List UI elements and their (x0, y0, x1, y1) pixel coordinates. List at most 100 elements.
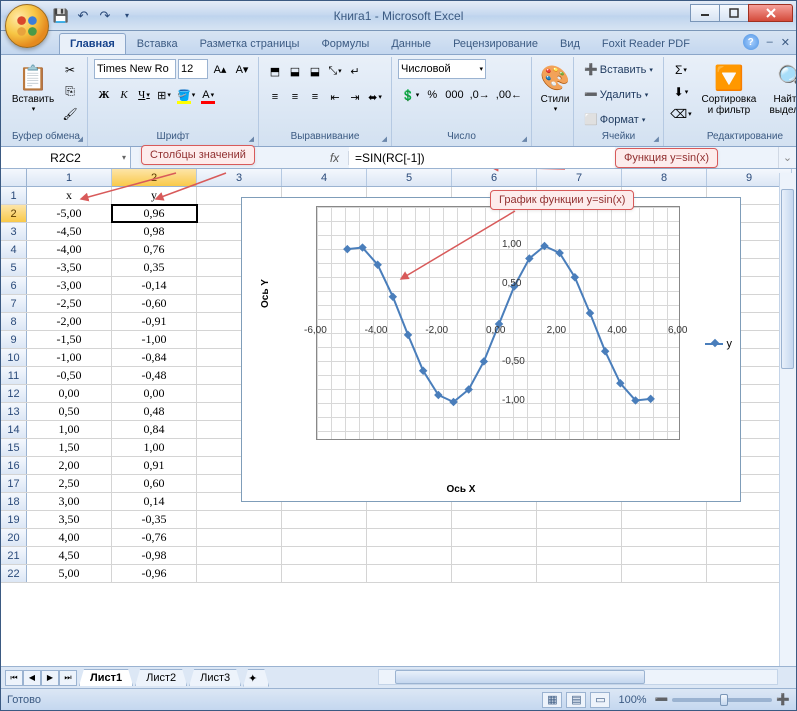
indent-inc-icon[interactable]: ⇥ (345, 87, 365, 107)
align-top-icon[interactable]: ⬒ (265, 61, 285, 81)
cell[interactable]: 2,50 (27, 475, 112, 492)
fill-color-icon[interactable]: 🪣▾ (174, 85, 198, 105)
row-header[interactable]: 20 (1, 529, 27, 546)
cell[interactable] (282, 511, 367, 528)
align-bottom-icon[interactable]: ⬓ (305, 61, 325, 81)
align-right-icon[interactable]: ≡ (305, 87, 325, 107)
comma-icon[interactable]: 000 (442, 85, 466, 105)
qat-dropdown-icon[interactable]: ▾ (117, 6, 137, 26)
italic-button[interactable]: К (114, 85, 134, 105)
cell[interactable]: -2,00 (27, 313, 112, 330)
tab-data[interactable]: Данные (380, 33, 442, 54)
cell[interactable]: 0,98 (112, 223, 197, 240)
zoom-in-icon[interactable]: ➕ (776, 693, 790, 706)
row-header[interactable]: 13 (1, 403, 27, 420)
cell[interactable]: -3,50 (27, 259, 112, 276)
row-header[interactable]: 3 (1, 223, 27, 240)
cell[interactable]: -0,14 (112, 277, 197, 294)
group-number-label[interactable]: Число (398, 130, 525, 144)
chart[interactable]: График функции y=sin(x) Ось Y -6,00-4,00… (241, 197, 741, 502)
ribbon-minimize-icon[interactable]: – (767, 36, 773, 48)
cell[interactable] (282, 565, 367, 582)
cell[interactable]: x (27, 187, 112, 204)
fill-icon[interactable]: ⬇▾ (670, 81, 692, 102)
cell[interactable] (197, 547, 282, 564)
cell[interactable]: -3,00 (27, 277, 112, 294)
cell[interactable]: -0,76 (112, 529, 197, 546)
cell[interactable]: -0,98 (112, 547, 197, 564)
cell[interactable] (282, 547, 367, 564)
row-header[interactable]: 9 (1, 331, 27, 348)
horizontal-scrollbar[interactable] (378, 669, 778, 685)
row-header[interactable]: 21 (1, 547, 27, 564)
view-normal-icon[interactable]: ▦ (542, 692, 562, 708)
border-icon[interactable]: ⊞▾ (154, 85, 174, 105)
close-button[interactable] (748, 4, 793, 22)
col-header[interactable]: 6 (452, 169, 537, 186)
cell[interactable]: -0,91 (112, 313, 197, 330)
percent-icon[interactable]: % (422, 85, 442, 105)
cell[interactable]: 5,00 (27, 565, 112, 582)
cell[interactable]: 0,50 (27, 403, 112, 420)
maximize-button[interactable] (719, 4, 749, 22)
cell[interactable]: -1,00 (27, 349, 112, 366)
tab-insert[interactable]: Вставка (126, 33, 189, 54)
cell[interactable]: 0,84 (112, 421, 197, 438)
cell[interactable] (452, 547, 537, 564)
find-select-button[interactable]: 🔍 Найти и выделить (764, 59, 797, 125)
cell[interactable]: -2,50 (27, 295, 112, 312)
dec-decimal-icon[interactable]: ,00← (493, 85, 525, 105)
undo-icon[interactable]: ↶ (73, 6, 93, 26)
cells-delete-button[interactable]: ➖Удалить▾ (580, 84, 652, 105)
minimize-button[interactable] (690, 4, 720, 22)
row-header[interactable]: 8 (1, 313, 27, 330)
cell[interactable] (452, 511, 537, 528)
cell[interactable]: 4,00 (27, 529, 112, 546)
row-header[interactable]: 14 (1, 421, 27, 438)
row-header[interactable]: 10 (1, 349, 27, 366)
sheet-nav-prev-icon[interactable]: ◀ (23, 670, 41, 686)
cell[interactable]: 0,48 (112, 403, 197, 420)
grow-font-icon[interactable]: A▴ (210, 59, 230, 79)
col-header[interactable]: 2 (112, 169, 197, 186)
cell[interactable] (197, 529, 282, 546)
cell[interactable] (537, 511, 622, 528)
cell[interactable]: -0,84 (112, 349, 197, 366)
select-all-corner[interactable] (1, 169, 27, 186)
format-painter-icon[interactable]: 🖌 (59, 103, 81, 124)
cell[interactable]: 0,91 (112, 457, 197, 474)
cell[interactable] (452, 565, 537, 582)
zoom-percent[interactable]: 100% (618, 694, 646, 706)
row-header[interactable]: 15 (1, 439, 27, 456)
cell[interactable] (622, 547, 707, 564)
name-box[interactable]: R2C2 (1, 147, 131, 168)
save-icon[interactable]: 💾 (51, 6, 71, 26)
cell[interactable]: -0,35 (112, 511, 197, 528)
cell[interactable] (622, 511, 707, 528)
orientation-icon[interactable]: ⤡▾ (325, 61, 345, 81)
row-header[interactable]: 12 (1, 385, 27, 402)
copy-icon[interactable]: ⎘ (59, 81, 81, 102)
cell[interactable]: -0,48 (112, 367, 197, 384)
cell[interactable]: 1,50 (27, 439, 112, 456)
office-button[interactable] (5, 4, 49, 48)
merge-icon[interactable]: ⬌▾ (365, 87, 385, 107)
view-break-icon[interactable]: ▭ (590, 692, 610, 708)
cell[interactable]: -0,50 (27, 367, 112, 384)
row-header[interactable]: 6 (1, 277, 27, 294)
cell[interactable] (197, 511, 282, 528)
align-center-icon[interactable]: ≡ (285, 87, 305, 107)
tab-layout[interactable]: Разметка страницы (189, 33, 311, 54)
cell[interactable] (367, 511, 452, 528)
cell[interactable]: 4,50 (27, 547, 112, 564)
align-left-icon[interactable]: ≡ (265, 87, 285, 107)
cell[interactable]: 0,60 (112, 475, 197, 492)
sheet-tab-1[interactable]: Лист1 (79, 669, 133, 686)
col-header[interactable]: 1 (27, 169, 112, 186)
cell[interactable] (197, 565, 282, 582)
cell[interactable] (452, 529, 537, 546)
cells-format-button[interactable]: ⬜Формат▾ (580, 109, 649, 130)
bold-button[interactable]: Ж (94, 85, 114, 105)
font-color-icon[interactable]: A▾ (198, 85, 218, 105)
row-header[interactable]: 1 (1, 187, 27, 204)
